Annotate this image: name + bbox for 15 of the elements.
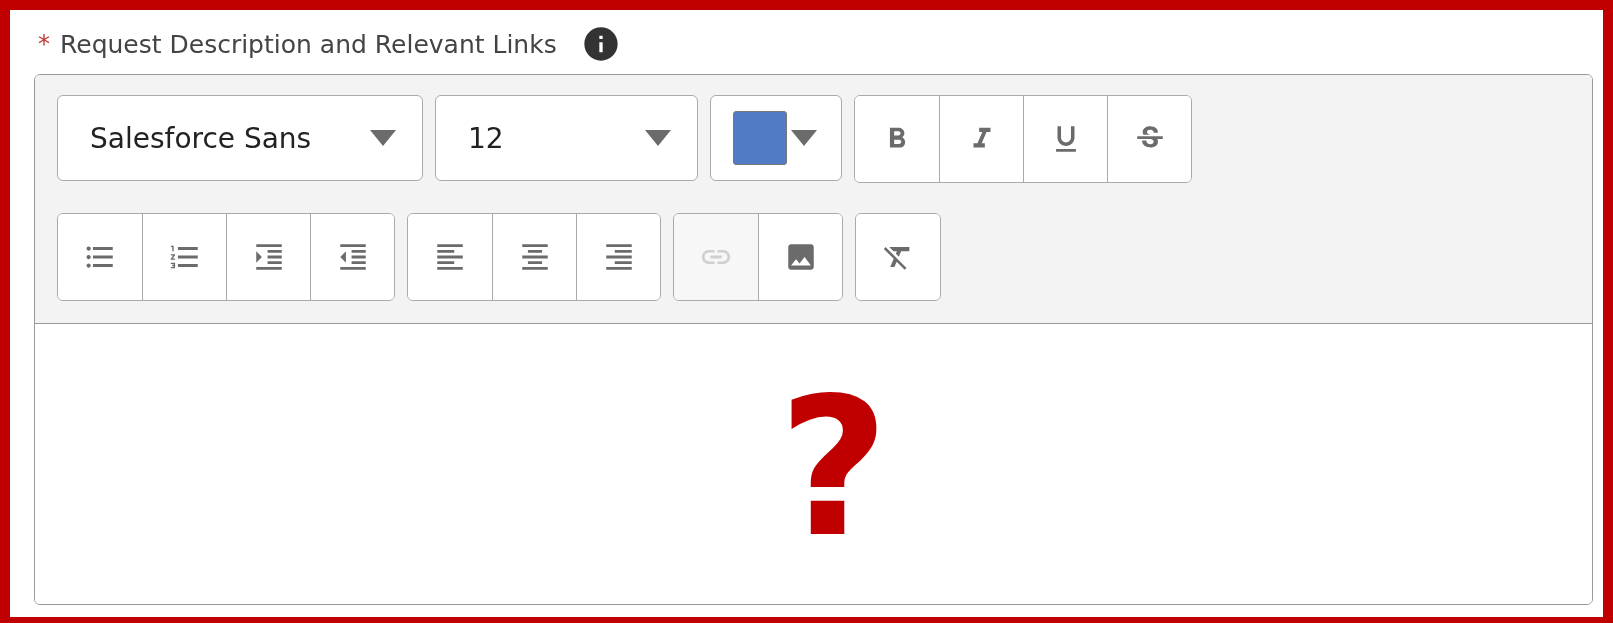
caret-icon: [791, 130, 817, 146]
image-button[interactable]: [758, 214, 842, 300]
rich-text-editor[interactable]: Salesforce Sans 12 ?: [34, 74, 1593, 605]
strikethrough-button[interactable]: [1107, 96, 1191, 182]
caret-icon: [645, 130, 671, 146]
caret-icon: [370, 130, 396, 146]
clear-formatting-button[interactable]: [856, 214, 940, 300]
text-color-button[interactable]: [710, 95, 842, 181]
field-label: Request Description and Relevant Links: [60, 29, 557, 59]
font-select[interactable]: Salesforce Sans: [57, 95, 423, 181]
required-mark: *: [38, 30, 50, 58]
align-right-button[interactable]: [576, 214, 660, 300]
question-mark: ?: [778, 374, 889, 564]
outdent-button[interactable]: [310, 214, 394, 300]
font-size-select[interactable]: 12: [435, 95, 698, 181]
